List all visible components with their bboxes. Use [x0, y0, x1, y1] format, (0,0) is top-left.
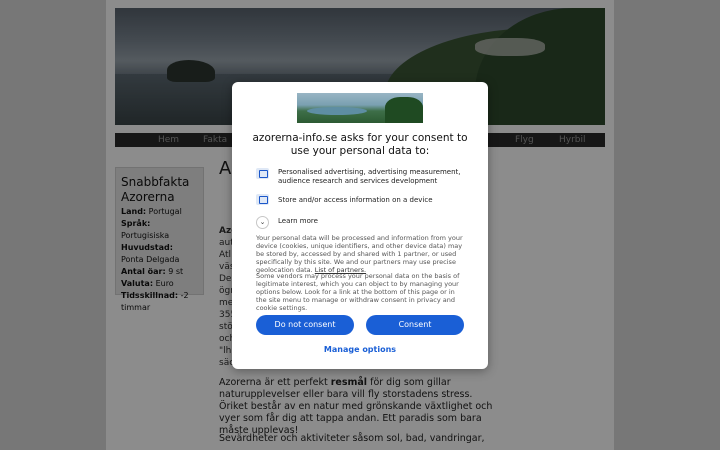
- do-not-consent-button[interactable]: Do not consent: [256, 315, 354, 335]
- consent-button[interactable]: Consent: [366, 315, 464, 335]
- device-storage-icon: [256, 194, 269, 205]
- personalised-ads-icon: [256, 168, 269, 179]
- manage-options-button[interactable]: Manage options: [232, 345, 488, 354]
- purpose-storage-text: Store and/or access information on a dev…: [278, 196, 433, 204]
- consent-heading: azorerna-info.se asks for your consent t…: [252, 132, 468, 157]
- legitimate-interest-text: Some vendors may process your personal d…: [256, 272, 460, 312]
- logo-tree: [385, 97, 423, 123]
- consent-dialog: azorerna-info.se asks for your consent t…: [232, 82, 488, 369]
- logo-lake: [307, 107, 367, 115]
- chevron-down-icon[interactable]: ⌄: [256, 216, 269, 229]
- learn-more-toggle[interactable]: Learn more: [278, 217, 318, 226]
- consent-info-text: Your personal data will be processed and…: [256, 234, 463, 274]
- site-logo-image: [297, 93, 423, 123]
- purpose-ads-text: Personalised advertising, advertising me…: [278, 168, 461, 185]
